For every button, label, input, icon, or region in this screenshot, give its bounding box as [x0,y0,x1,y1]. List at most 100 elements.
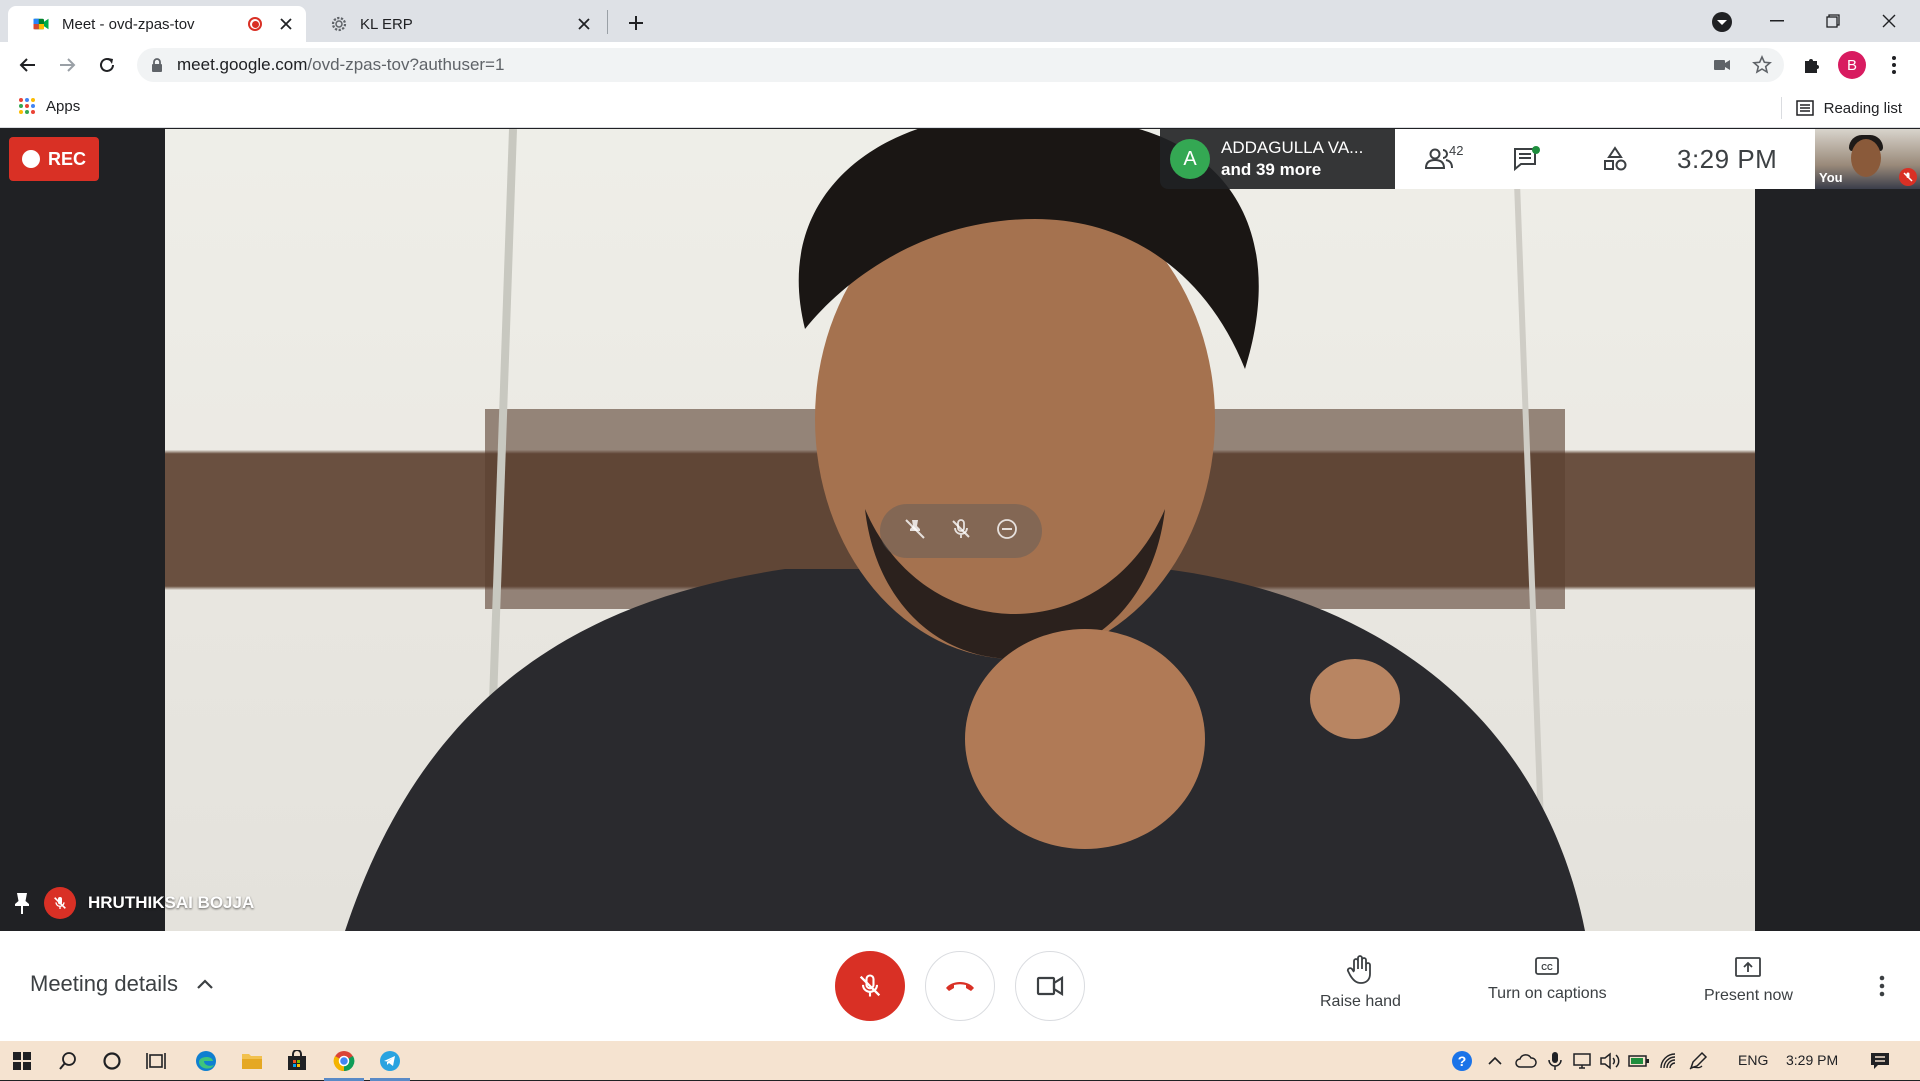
remove-participant-icon[interactable] [995,517,1019,546]
pen-tray-icon[interactable] [1684,1047,1712,1075]
tab-search-button[interactable] [1710,10,1734,34]
close-icon [1882,14,1896,28]
forward-button[interactable] [53,51,81,79]
divider [1780,97,1782,119]
tab-title: KL ERP [360,15,413,33]
camera-toggle-button[interactable] [1015,951,1085,1021]
close-tab-icon[interactable] [276,14,296,34]
profile-avatar[interactable]: B [1838,51,1866,79]
svg-text:CC: CC [1542,963,1554,972]
show-hidden-icons-button[interactable] [1481,1047,1509,1075]
action-center-button[interactable] [1866,1047,1894,1075]
microphone-tray-icon[interactable] [1541,1047,1569,1075]
tab-title: Meet - ovd-zpas-tov [62,15,195,33]
more-vert-icon [1892,56,1896,74]
video-camera-icon [1036,976,1064,996]
reading-list-button[interactable]: Reading list [1780,97,1902,119]
recording-indicator-icon [248,17,262,31]
hand-icon [1347,955,1372,984]
chat-button[interactable] [1483,129,1571,189]
pin-icon[interactable] [12,891,32,915]
pin-off-icon[interactable] [903,517,927,546]
reload-button[interactable] [93,51,121,79]
present-now-button[interactable]: Present now [1704,955,1793,1005]
apps-label: Apps [46,97,81,115]
speaker-name: HRUTHIKSAI BOJJA [88,893,255,912]
meeting-details-button[interactable]: Meeting details [30,971,214,997]
minimize-button[interactable] [1762,6,1792,36]
google-meet-icon [33,18,49,30]
onedrive-tray-icon[interactable] [1512,1047,1540,1075]
start-button[interactable] [8,1047,36,1075]
search-button[interactable] [54,1047,82,1075]
edge-taskbar-app[interactable] [192,1047,220,1075]
language-indicator[interactable]: ENG [1738,1052,1768,1068]
microphone-toggle-button[interactable] [835,951,905,1021]
restore-button[interactable] [1818,6,1848,36]
windows-logo-icon [13,1052,31,1070]
help-tray-icon[interactable]: ? [1448,1047,1476,1075]
system-clock[interactable]: 3:29 PM [1786,1052,1838,1068]
address-bar[interactable]: meet.google.com /ovd-zpas-tov?authuser=1 [137,48,1784,82]
extensions-button[interactable] [1798,51,1826,79]
chevron-up-icon [1488,1056,1502,1065]
telegram-icon [380,1051,400,1071]
edge-icon [196,1051,216,1071]
gear-favicon-icon [331,16,347,32]
wifi-tray-icon[interactable] [1655,1047,1683,1075]
store-taskbar-app[interactable] [283,1047,311,1075]
meet-top-controls: 42 3:29 PM [1395,129,1815,189]
bookmark-star-button[interactable] [1748,51,1776,79]
cortana-button[interactable] [98,1047,126,1075]
people-button[interactable]: 42 [1395,129,1483,189]
store-bag-icon [288,1050,306,1070]
active-participants-chip[interactable]: A ADDAGULLA VA... and 39 more [1160,129,1395,189]
notifications-icon [1871,1053,1889,1069]
apps-shortcut[interactable]: Apps [18,97,80,115]
svg-text:?: ? [1458,1053,1467,1069]
speaker-video-tile[interactable] [165,129,1755,931]
rec-label: REC [47,148,86,169]
video-camera-icon [1714,60,1730,70]
monitor-icon [1573,1053,1591,1069]
restore-icon [1826,14,1840,28]
chrome-menu-button[interactable] [1880,51,1908,79]
activities-button[interactable] [1571,129,1659,189]
new-tab-button[interactable] [622,9,650,37]
wifi-icon [1660,1053,1676,1069]
mic-off-icon [1899,168,1917,186]
reading-list-label: Reading list [1823,99,1902,117]
self-view-tile[interactable]: You [1815,129,1920,189]
raise-hand-label: Raise hand [1320,993,1401,1010]
back-button[interactable] [14,51,42,79]
camera-in-use-indicator[interactable] [1708,51,1736,79]
folder-icon [242,1054,262,1069]
file-explorer-taskbar-app[interactable] [238,1047,266,1075]
chat-icon [1514,146,1540,172]
reload-icon [100,57,114,72]
chrome-icon [333,1051,355,1072]
more-options-button[interactable] [1868,971,1896,1001]
volume-tray-icon[interactable] [1596,1047,1624,1075]
raise-hand-button[interactable]: Raise hand [1320,955,1401,1011]
captions-button[interactable]: CC Turn on captions [1488,955,1607,1003]
close-window-button[interactable] [1874,6,1904,36]
battery-tray-icon[interactable] [1625,1047,1653,1075]
leave-call-button[interactable] [925,951,995,1021]
mute-participant-icon[interactable] [949,517,973,546]
battery-icon [1628,1055,1649,1067]
cortana-icon [103,1052,121,1070]
tab-kl-erp[interactable]: KL ERP [306,6,604,42]
telegram-taskbar-app[interactable] [370,1047,410,1081]
meeting-clock: 3:29 PM [1677,143,1778,174]
browser-tab-strip: Meet - ovd-zpas-tov KL ERP [0,0,1920,42]
participant-more-line: and 39 more [1221,160,1322,179]
task-view-button[interactable] [142,1047,170,1075]
captions-label: Turn on captions [1488,985,1607,1002]
tab-meet[interactable]: Meet - ovd-zpas-tov [8,6,306,42]
close-tab-icon[interactable] [574,14,594,34]
pen-icon [1689,1051,1708,1070]
display-tray-icon[interactable] [1568,1047,1596,1075]
present-now-label: Present now [1704,987,1793,1004]
chrome-taskbar-app[interactable] [324,1047,364,1081]
